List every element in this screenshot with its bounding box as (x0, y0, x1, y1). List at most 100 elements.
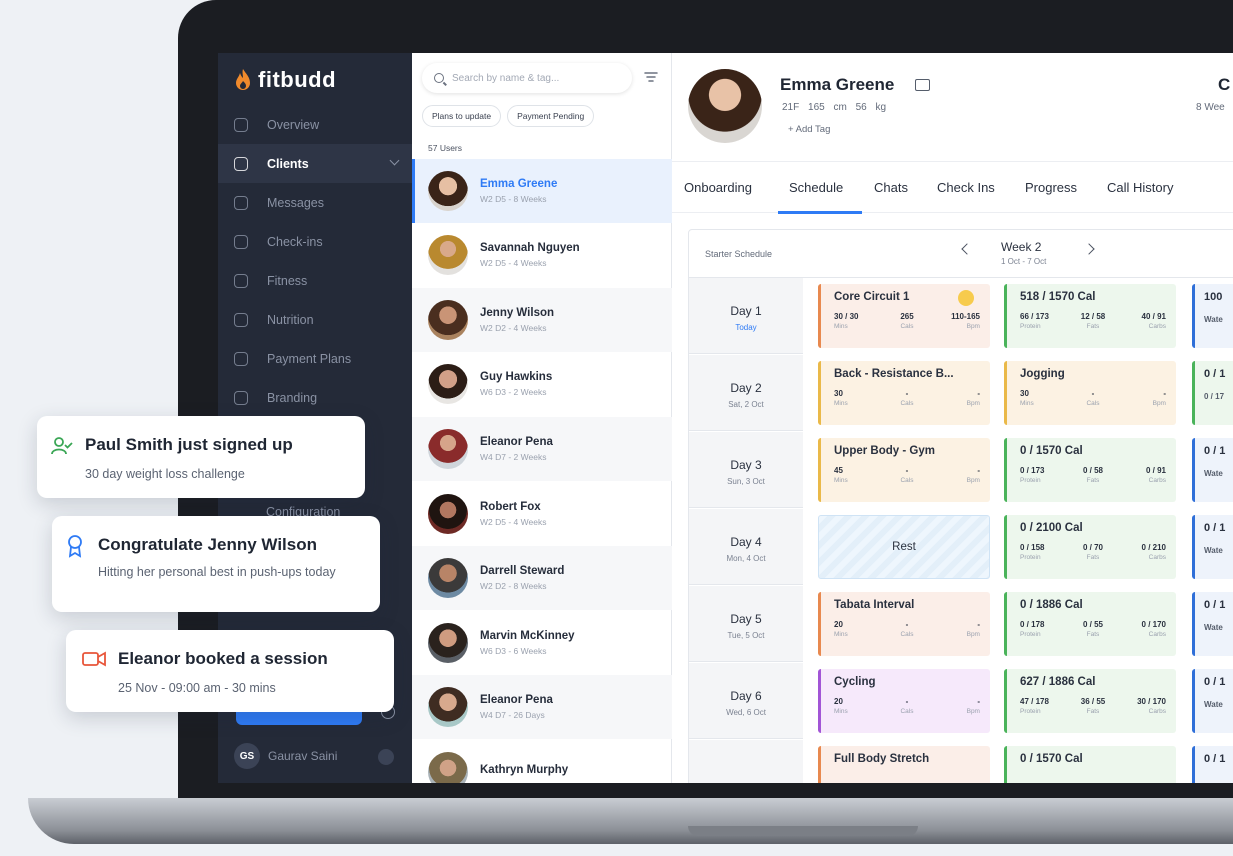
client-row[interactable]: Darrell Steward W2 D2 - 8 Weeks (412, 546, 672, 610)
award-icon (68, 535, 82, 558)
sidebar-item-overview[interactable]: Overview (218, 105, 412, 144)
notification-card[interactable]: Congratulate Jenny Wilson Hitting her pe… (52, 516, 380, 612)
sidebar-item-check-ins[interactable]: Check-ins (218, 222, 412, 261)
sidebar-item-clients[interactable]: Clients (218, 144, 412, 183)
sidebar-item-branding[interactable]: Branding (218, 378, 412, 417)
chip-payment-pending[interactable]: Payment Pending (507, 105, 595, 127)
client-progress: W4 D7 - 2 Weeks (480, 452, 547, 462)
tab-chats[interactable]: Chats (874, 180, 908, 195)
client-row[interactable]: Eleanor Pena W4 D7 - 2 Weeks (412, 417, 672, 481)
client-row[interactable]: Marvin McKinney W6 D3 - 6 Weeks (412, 611, 672, 675)
user-profile[interactable]: GS Gaurav Saini (234, 743, 337, 769)
client-row[interactable]: Eleanor Pena W4 D7 - 26 Days (412, 675, 672, 739)
client-row[interactable]: Savannah Nguyen W2 D5 - 4 Weeks (412, 223, 672, 287)
label-bpm: Bpm (966, 708, 980, 715)
workout-card[interactable]: Upper Body - Gym 45 - - Mins Cals Bpm (818, 438, 990, 502)
notification-card[interactable]: Eleanor booked a session 25 Nov - 09:00 … (66, 630, 394, 712)
program-title: C (1218, 75, 1231, 94)
sidebar-nav: Overview Clients Messages Check-ins Fitn… (218, 105, 412, 417)
label-fats: Fats (1086, 554, 1100, 561)
workout-card[interactable]: Back - Resistance B... 30 - - Mins Cals Bpm (818, 361, 990, 425)
water-card[interactable]: 0 / 1 Wate (1192, 515, 1233, 579)
water-card[interactable]: 100 Wate (1192, 284, 1233, 348)
water-card[interactable]: 0 / 1 Wate (1192, 669, 1233, 733)
sidebar-item-nutrition[interactable]: Nutrition (218, 300, 412, 339)
macro-stat: 0 / 17 (1204, 392, 1225, 401)
client-progress: W2 D5 - 8 Weeks (480, 194, 547, 204)
nutrition-card[interactable]: 518 / 1570 Cal 66 / 173 12 / 58 40 / 91 Pr… (1004, 284, 1176, 348)
nutrition-card[interactable]: 0 / 1 0 / 17 (1192, 361, 1233, 425)
check-icon (234, 234, 248, 249)
stat-cals: - (905, 697, 909, 706)
workout-card[interactable]: Full Body Stretch (818, 746, 990, 783)
water-card[interactable]: 0 / 1 Wate (1192, 438, 1233, 502)
fork-knife-icon (234, 312, 248, 327)
stat-carbs: 40 / 91 (1141, 312, 1166, 321)
macro-labels: Protein Fats Carbs (1020, 323, 1166, 330)
water-card[interactable]: 0 / 1 (1192, 746, 1233, 783)
label-carbs: Carbs (1148, 554, 1166, 561)
chip-plans-to-update[interactable]: Plans to update (422, 105, 502, 127)
label-bpm: Bpm (966, 477, 980, 484)
nutrition-card[interactable]: 0 / 1570 Cal 0 / 173 0 / 58 0 / 91 Protein… (1004, 438, 1176, 502)
more-icon[interactable] (378, 749, 394, 765)
sidebar-item-label: Check-ins (267, 234, 323, 249)
sidebar-item-label: Fitness (267, 273, 308, 288)
sidebar-item-fitness[interactable]: Fitness (218, 261, 412, 300)
tab-onboarding[interactable]: Onboarding (684, 180, 752, 195)
stat-protein: 0 / 158 (1020, 543, 1045, 552)
notification-card[interactable]: Paul Smith just signed up 30 day weight … (37, 416, 365, 498)
workout-title: Cycling (834, 676, 876, 688)
notification-body: Hitting her personal best in push-ups to… (98, 565, 336, 579)
filter-icon[interactable] (644, 71, 658, 83)
label-fats: Fats (1086, 477, 1100, 484)
client-row[interactable]: Kathryn Murphy (412, 740, 672, 783)
client-name: Kathryn Murphy (480, 764, 569, 776)
client-row[interactable]: Emma Greene W2 D5 - 8 Weeks (412, 159, 672, 223)
chevron-left-icon[interactable] (961, 243, 973, 255)
nutrition-card[interactable]: 0 / 1886 Cal 0 / 178 0 / 55 0 / 170 Protei… (1004, 592, 1176, 656)
brand-logo[interactable]: fitbudd (234, 67, 336, 93)
mail-icon[interactable] (915, 79, 930, 91)
stat-mins: 20 (834, 697, 843, 706)
avatar (428, 752, 468, 783)
client-row[interactable]: Robert Fox W2 D5 - 4 Weeks (412, 482, 672, 546)
add-tag-button[interactable]: + Add Tag (788, 124, 830, 135)
label-protein: Protein (1020, 554, 1041, 561)
sidebar-item-label: Payment Plans (267, 351, 352, 366)
tab-call-history[interactable]: Call History (1107, 180, 1173, 195)
client-row[interactable]: Jenny Wilson W2 D2 - 4 Weeks (412, 288, 672, 352)
workout-card[interactable]: Cycling 20 - - Mins Cals Bpm (818, 669, 990, 733)
flame-icon (236, 69, 250, 90)
workout-card[interactable]: Tabata Interval 20 - - Mins Cals Bpm (818, 592, 990, 656)
workout-card[interactable]: Core Circuit 1 30 / 30 265 110-165 Mins Cal… (818, 284, 990, 348)
sidebar-item-payment-plans[interactable]: Payment Plans (218, 339, 412, 378)
workout-stats: 45 - - (834, 466, 980, 475)
client-name: Guy Hawkins (480, 371, 553, 383)
day-cell: Day 6 Wed, 6 Oct (689, 663, 803, 739)
nutrition-card[interactable]: 0 / 1570 Cal (1004, 746, 1176, 783)
workout-stats: 30 - - (834, 389, 980, 398)
laptop-notch (688, 826, 918, 836)
chevron-right-icon[interactable] (1083, 243, 1095, 255)
message-icon (234, 195, 248, 210)
water-card[interactable]: 0 / 1 Wate (1192, 592, 1233, 656)
stat-fats: 0 / 55 (1082, 620, 1103, 629)
label-bpm: Bpm (966, 400, 980, 407)
label-bpm: Bpm (966, 631, 980, 638)
tab-progress[interactable]: Progress (1025, 180, 1077, 195)
grid-icon (234, 117, 248, 132)
search-input[interactable]: Search by name & tag... (422, 63, 632, 93)
nutrition-card[interactable]: 627 / 1886 Cal 47 / 178 36 / 55 30 / 170 P… (1004, 669, 1176, 733)
day-date: Today (735, 323, 757, 332)
stat-cals: 265 (900, 312, 914, 321)
notification-body: 25 Nov - 09:00 am - 30 mins (118, 681, 276, 695)
rest-card[interactable]: Rest (818, 515, 990, 579)
nutrition-card[interactable]: 0 / 2100 Cal 0 / 158 0 / 70 0 / 210 Protei… (1004, 515, 1176, 579)
tab-schedule[interactable]: Schedule (789, 180, 843, 195)
client-detail: Emma Greene 21F 165 cm 56 kg + Add Tag C… (672, 53, 1233, 783)
workout-card[interactable]: Jogging 30 - - Mins Cals Bpm (1004, 361, 1176, 425)
sidebar-item-messages[interactable]: Messages (218, 183, 412, 222)
tab-check-ins[interactable]: Check Ins (937, 180, 995, 195)
client-row[interactable]: Guy Hawkins W6 D3 - 2 Weeks (412, 352, 672, 416)
